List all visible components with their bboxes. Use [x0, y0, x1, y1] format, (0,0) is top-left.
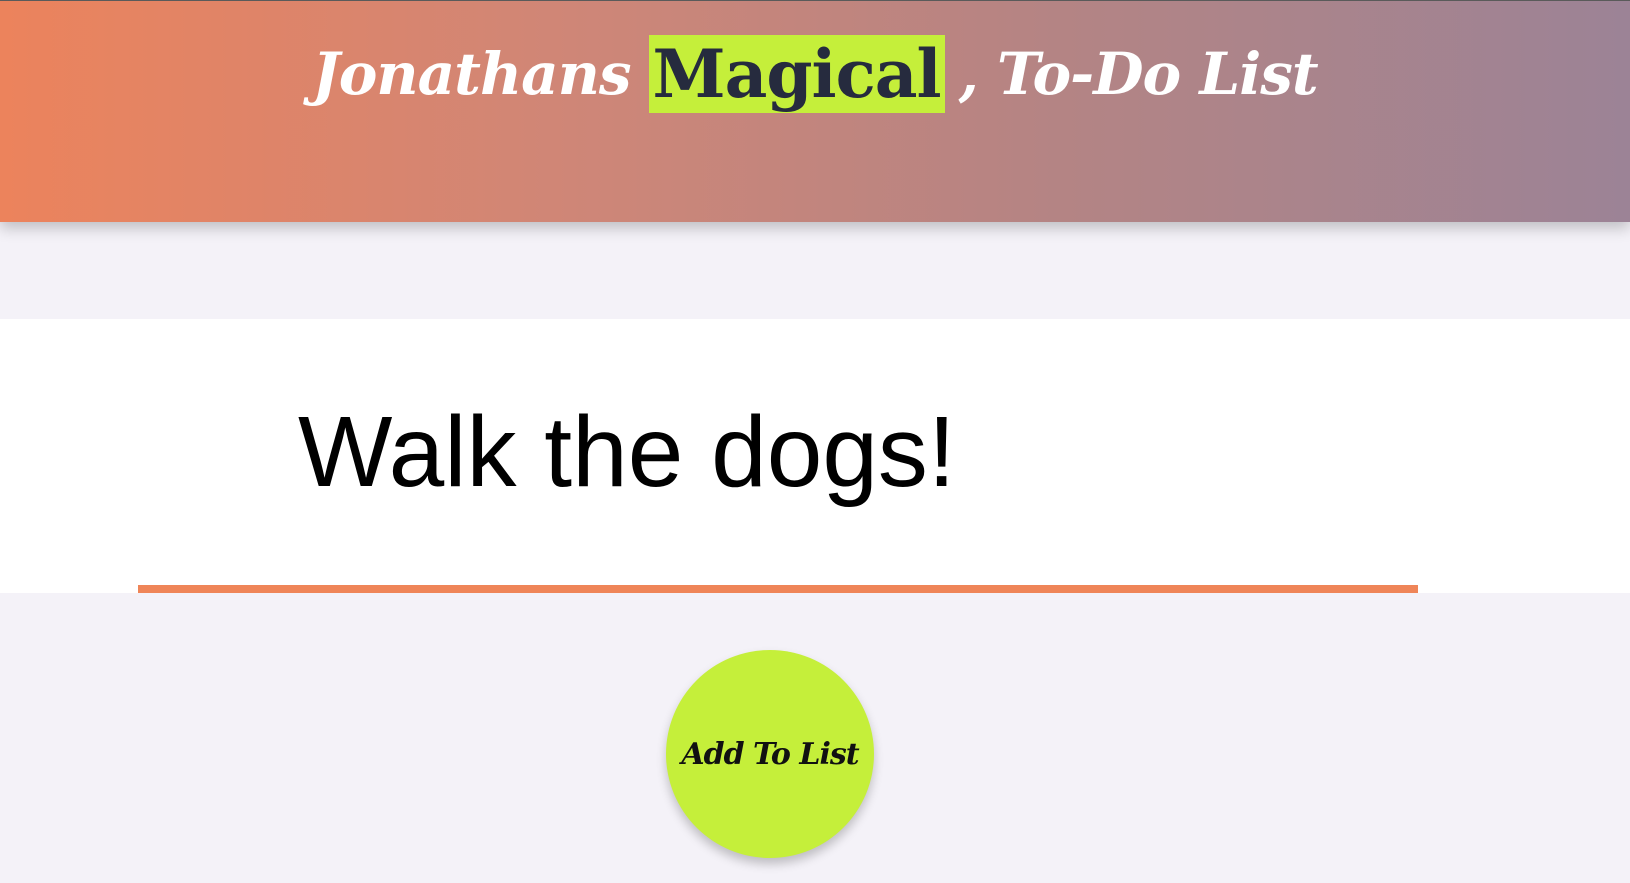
add-to-list-button[interactable]: Add To List — [666, 650, 874, 858]
title-highlight: Magical — [648, 35, 945, 113]
page-title: Jonathans Magical, To-Do List — [0, 35, 1630, 113]
app-header: Jonathans Magical, To-Do List — [0, 0, 1630, 222]
title-name: Jonathans — [312, 40, 631, 108]
title-suffix: , To-Do List — [958, 40, 1319, 108]
todo-input[interactable] — [138, 319, 1418, 593]
